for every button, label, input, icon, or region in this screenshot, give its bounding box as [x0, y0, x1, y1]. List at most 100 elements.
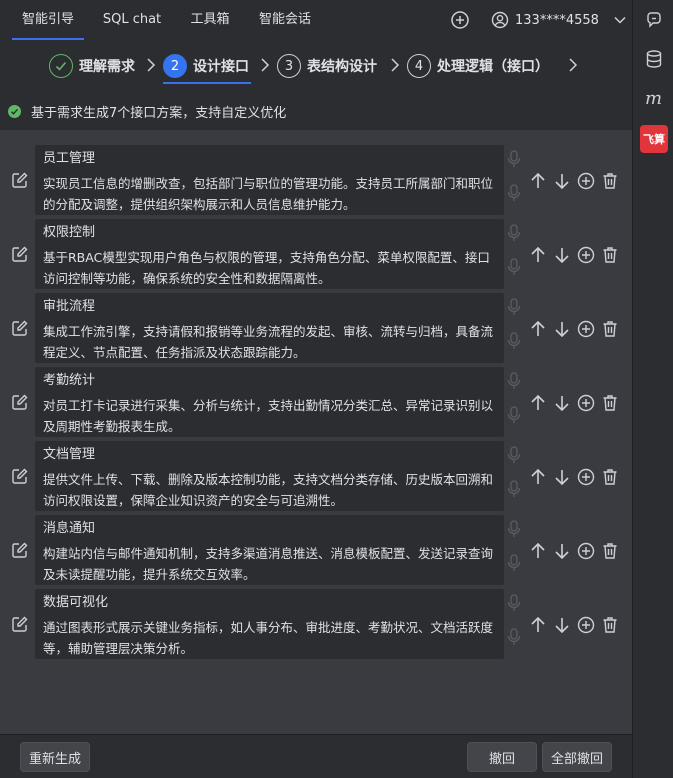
step-2[interactable]: 2 设计接口 — [163, 53, 249, 79]
move-up-icon[interactable] — [528, 320, 548, 338]
title-voice-input-icon[interactable] — [507, 224, 521, 242]
add-circle-icon[interactable] — [576, 542, 596, 560]
interface-description[interactable]: 实现员工信息的增删改查，包括部门与职位的管理功能。支持员工所属部门和职位的分配及… — [43, 173, 496, 215]
tab-smart-guide[interactable]: 智能引导 — [12, 0, 84, 40]
add-circle-icon[interactable] — [576, 172, 596, 190]
trash-icon[interactable] — [600, 542, 620, 560]
interface-description[interactable]: 提供文件上传、下载、删除及版本控制功能，支持文档分类存储、历史版本回溯和访问权限… — [43, 469, 496, 511]
undo-button[interactable]: 撤回 — [467, 742, 537, 772]
edit-icon[interactable] — [11, 245, 29, 263]
plus-circle-icon — [451, 11, 469, 29]
edit-icon[interactable] — [11, 171, 29, 189]
add-circle-icon[interactable] — [576, 468, 596, 486]
regenerate-button[interactable]: 重新生成 — [20, 742, 90, 772]
interface-description[interactable]: 基于RBAC模型实现用户角色与权限的管理，支持角色分配、菜单权限配置、接口访问控… — [43, 247, 496, 289]
add-circle-icon[interactable] — [576, 394, 596, 412]
move-down-icon[interactable] — [552, 468, 572, 486]
undo-all-button[interactable]: 全部撤回 — [542, 742, 612, 772]
interface-item: 文档管理 提供文件上传、下载、删除及版本控制功能，支持文档分类存储、历史版本回溯… — [0, 441, 632, 511]
right-toolbar: m 飞算 — [632, 0, 673, 778]
step-label: 处理逻辑（接口） — [437, 59, 549, 75]
interface-title[interactable]: 权限控制 — [43, 223, 496, 245]
ai-chat-tool[interactable] — [641, 7, 667, 33]
interface-card[interactable]: 考勤统计 对员工打卡记录进行采集、分析与统计，支持出勤情况分类汇总、异常记录识别… — [35, 367, 504, 437]
interface-title[interactable]: 文档管理 — [43, 445, 496, 467]
tab-toolbox[interactable]: 工具箱 — [180, 0, 240, 40]
add-circle-icon[interactable] — [576, 616, 596, 634]
title-voice-input-icon[interactable] — [507, 298, 521, 316]
item-actions — [528, 394, 620, 412]
step-4[interactable]: 4 处理逻辑（接口） — [407, 53, 549, 79]
desc-voice-input-icon[interactable] — [507, 258, 521, 276]
move-up-icon[interactable] — [528, 246, 548, 264]
database-tool[interactable] — [641, 46, 667, 72]
interface-card[interactable]: 员工管理 实现员工信息的增删改查，包括部门与职位的管理功能。支持员工所属部门和职… — [35, 145, 504, 215]
new-session-button[interactable] — [450, 10, 470, 30]
step-1[interactable]: 理解需求 — [49, 53, 135, 79]
title-voice-input-icon[interactable] — [507, 372, 521, 390]
add-circle-icon[interactable] — [576, 246, 596, 264]
title-voice-input-icon[interactable] — [507, 150, 521, 168]
step-number: 2 — [163, 54, 187, 78]
desc-voice-input-icon[interactable] — [507, 628, 521, 646]
trash-icon[interactable] — [600, 172, 620, 190]
interface-card[interactable]: 文档管理 提供文件上传、下载、删除及版本控制功能，支持文档分类存储、历史版本回溯… — [35, 441, 504, 511]
move-up-icon[interactable] — [528, 394, 548, 412]
interface-description[interactable]: 构建站内信与邮件通知机制，支持多渠道消息推送、消息模板配置、发送记录查询及未读提… — [43, 543, 496, 585]
interface-title[interactable]: 员工管理 — [43, 149, 496, 171]
move-down-icon[interactable] — [552, 246, 572, 264]
interface-title[interactable]: 消息通知 — [43, 519, 496, 541]
trash-icon[interactable] — [600, 394, 620, 412]
move-up-icon[interactable] — [528, 616, 548, 634]
edit-icon[interactable] — [11, 393, 29, 411]
move-down-icon[interactable] — [552, 320, 572, 338]
step-label: 理解需求 — [79, 59, 135, 75]
desc-voice-input-icon[interactable] — [507, 406, 521, 424]
move-down-icon[interactable] — [552, 542, 572, 560]
trash-icon[interactable] — [600, 616, 620, 634]
interface-description[interactable]: 通过图表形式展示关键业务指标，如人事分布、审批进度、考勤状况、文档活跃度等，辅助… — [43, 617, 496, 659]
interface-description[interactable]: 对员工打卡记录进行采集、分析与统计，支持出勤情况分类汇总、异常记录识别以及周期性… — [43, 395, 496, 437]
move-down-icon[interactable] — [552, 616, 572, 634]
move-down-icon[interactable] — [552, 394, 572, 412]
interface-title[interactable]: 数据可视化 — [43, 593, 496, 615]
trash-icon[interactable] — [600, 246, 620, 264]
interface-card[interactable]: 数据可视化 通过图表形式展示关键业务指标，如人事分布、审批进度、考勤状况、文档活… — [35, 589, 504, 659]
add-circle-icon[interactable] — [576, 320, 596, 338]
desc-voice-input-icon[interactable] — [507, 554, 521, 572]
desc-voice-input-icon[interactable] — [507, 480, 521, 498]
chevron-right-icon — [147, 58, 156, 72]
feisuan-plugin-badge[interactable]: 飞算 — [640, 125, 668, 153]
trash-icon[interactable] — [600, 468, 620, 486]
interface-card[interactable]: 消息通知 构建站内信与邮件通知机制，支持多渠道消息推送、消息模板配置、发送记录查… — [35, 515, 504, 585]
interface-card[interactable]: 审批流程 集成工作流引擎，支持请假和报销等业务流程的发起、审核、流转与归档，具备… — [35, 293, 504, 363]
step-label: 表结构设计 — [307, 59, 377, 75]
interface-description[interactable]: 集成工作流引擎，支持请假和报销等业务流程的发起、审核、流转与归档，具备流程定义、… — [43, 321, 496, 363]
title-voice-input-icon[interactable] — [507, 594, 521, 612]
move-up-icon[interactable] — [528, 172, 548, 190]
move-down-icon[interactable] — [552, 172, 572, 190]
maven-tool[interactable]: m — [641, 85, 667, 111]
tab-sql-chat[interactable]: SQL chat — [96, 0, 168, 40]
interface-title[interactable]: 考勤统计 — [43, 371, 496, 393]
interface-card[interactable]: 权限控制 基于RBAC模型实现用户角色与权限的管理，支持角色分配、菜单权限配置、… — [35, 219, 504, 289]
edit-icon[interactable] — [11, 319, 29, 337]
title-voice-input-icon[interactable] — [507, 520, 521, 538]
desc-voice-input-icon[interactable] — [507, 332, 521, 350]
interface-title[interactable]: 审批流程 — [43, 297, 496, 319]
database-icon — [646, 50, 662, 68]
edit-icon[interactable] — [11, 615, 29, 633]
trash-icon[interactable] — [600, 320, 620, 338]
edit-icon[interactable] — [11, 467, 29, 485]
item-actions — [528, 246, 620, 264]
title-voice-input-icon[interactable] — [507, 446, 521, 464]
interface-item: 数据可视化 通过图表形式展示关键业务指标，如人事分布、审批进度、考勤状况、文档活… — [0, 589, 632, 659]
move-up-icon[interactable] — [528, 542, 548, 560]
user-menu[interactable]: 133****4558 — [491, 10, 627, 30]
desc-voice-input-icon[interactable] — [507, 184, 521, 202]
tab-smart-chat[interactable]: 智能会话 — [252, 0, 318, 40]
edit-icon[interactable] — [11, 541, 29, 559]
move-up-icon[interactable] — [528, 468, 548, 486]
step-3[interactable]: 3 表结构设计 — [277, 53, 377, 79]
interface-item: 审批流程 集成工作流引擎，支持请假和报销等业务流程的发起、审核、流转与归档，具备… — [0, 293, 632, 363]
